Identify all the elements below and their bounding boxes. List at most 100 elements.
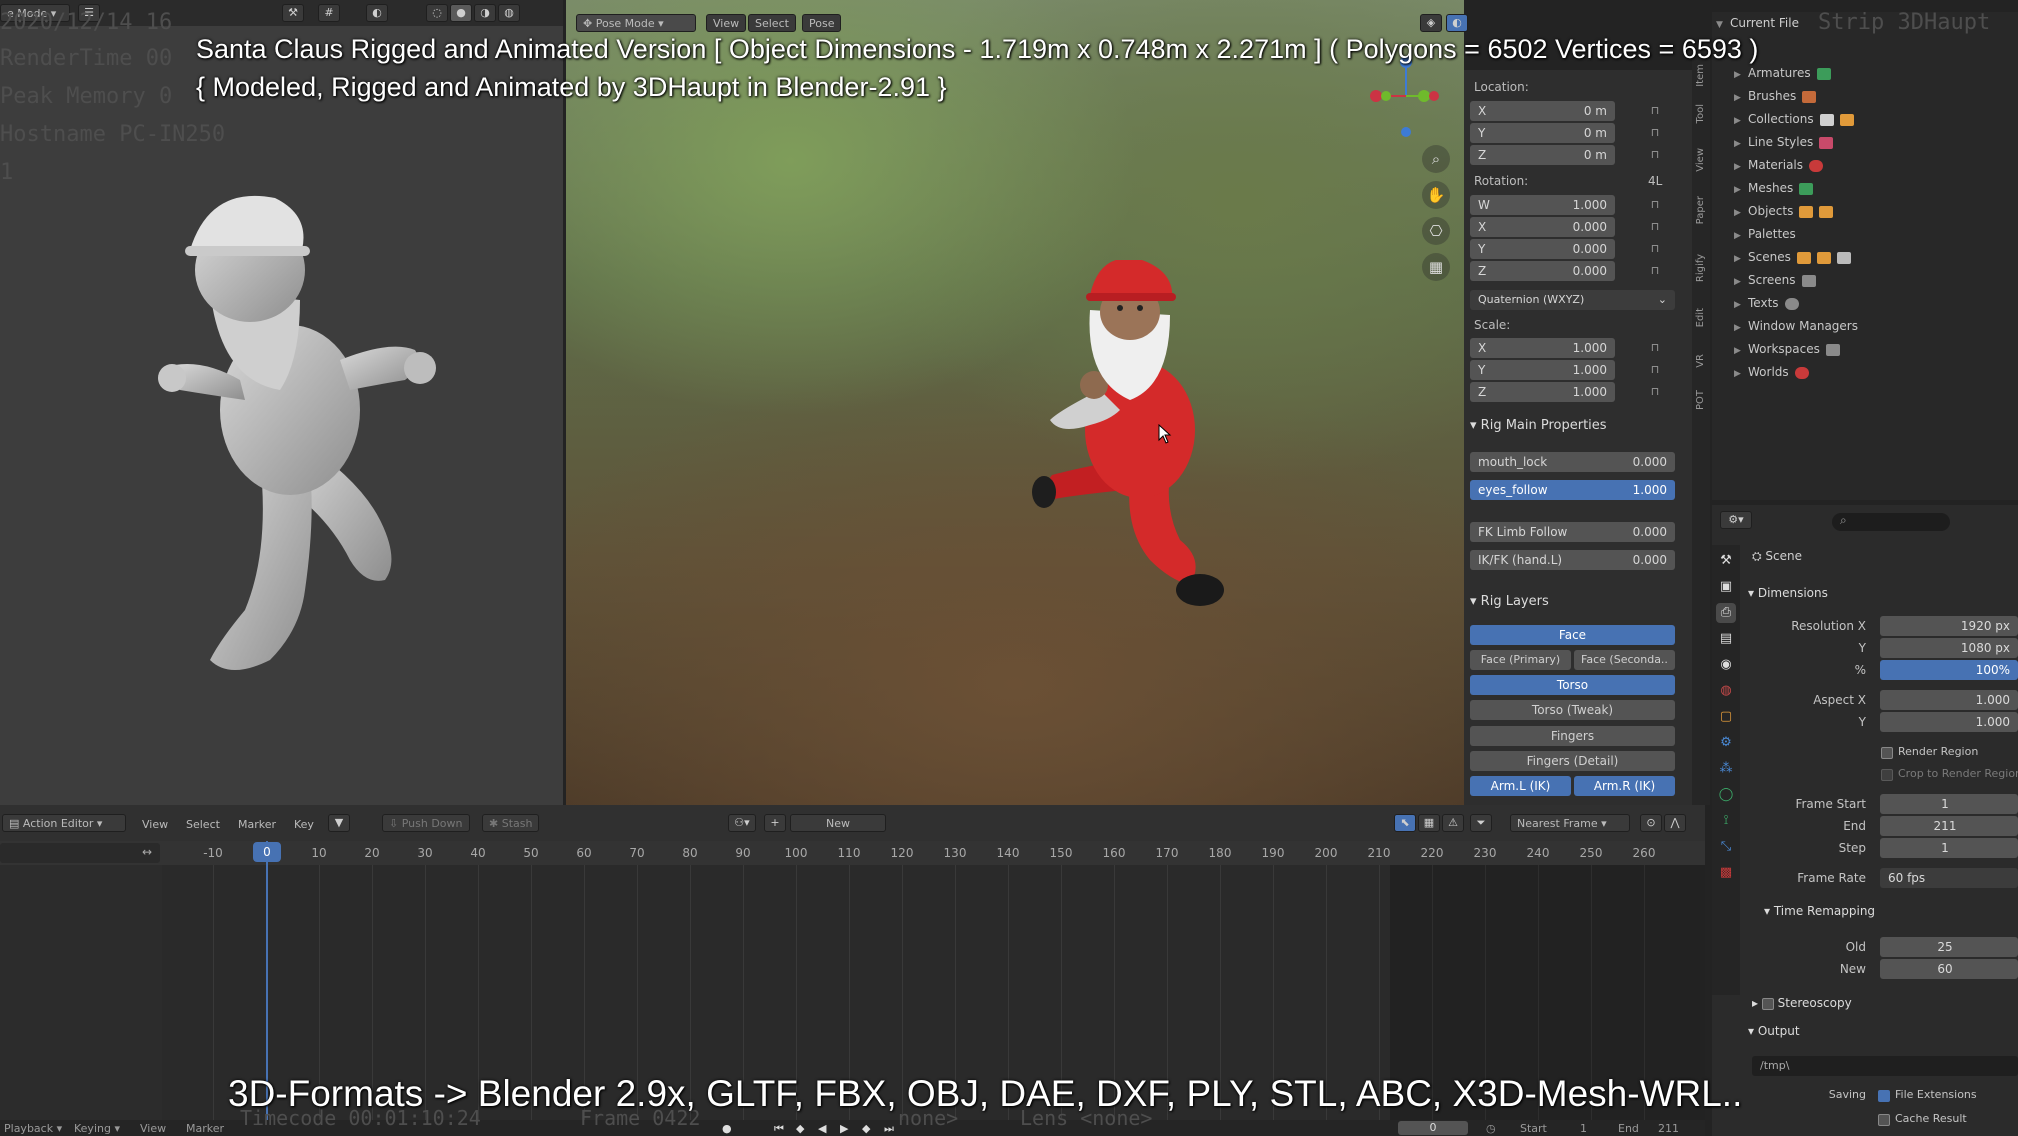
outliner-item-screens[interactable]: ▶ Screens [1734, 269, 2014, 292]
output-tab-icon[interactable]: ⎙ [1716, 603, 1736, 623]
stereoscopy-header[interactable]: ▸ Stereoscopy [1752, 996, 1852, 1010]
footer-frame-field[interactable]: 0 [1398, 1121, 1468, 1135]
rig-main-properties-header[interactable]: ▾ Rig Main Properties [1470, 418, 1607, 433]
lock-icon[interactable]: ⊓ [1648, 242, 1662, 256]
layer-face-secondary-button[interactable]: Face (Seconda.. [1574, 650, 1675, 670]
outliner-item-texts[interactable]: ▶ Texts [1734, 292, 2014, 315]
physics-tab-icon[interactable]: ◯ [1716, 785, 1736, 805]
filter-funnel-icon[interactable]: ⏷ [1470, 814, 1492, 832]
menu-select[interactable]: Select [748, 14, 796, 32]
ik-fk-hand-field[interactable]: IK/FK (hand.L) 0.000 [1470, 550, 1675, 570]
lock-icon[interactable]: ⊓ [1648, 341, 1662, 355]
frame-rate-dropdown[interactable]: 60 fps [1880, 868, 2018, 888]
tl-menu-marker[interactable]: Marker [238, 818, 276, 831]
tab-vr[interactable]: VR [1695, 354, 1706, 368]
output-header[interactable]: ▾ Output [1748, 1024, 1800, 1038]
editor-type-dropdown[interactable]: ▤ Action Editor ▾ [2, 814, 126, 832]
scale-y-field[interactable]: Y 1.000 [1470, 360, 1615, 380]
render-region-checkbox[interactable] [1881, 747, 1893, 759]
outliner-item-workspaces[interactable]: ▶ Workspaces [1734, 338, 2014, 361]
lock-icon[interactable]: ⊓ [1648, 220, 1662, 234]
camera-view-icon[interactable]: ⎔ [1422, 217, 1450, 245]
location-y-field[interactable]: Y 0 m [1470, 123, 1615, 143]
tool-icon[interactable]: ⚒ [282, 4, 304, 22]
world-tab-icon[interactable]: ◍ [1716, 681, 1736, 701]
fk-limb-follow-field[interactable]: FK Limb Follow 0.000 [1470, 522, 1675, 542]
outliner-item-armatures[interactable]: ▶ Armatures [1734, 62, 2014, 85]
new-field[interactable]: 60 [1880, 959, 2018, 979]
shading-solid-icon[interactable]: ● [450, 4, 472, 22]
add-icon[interactable]: + [764, 814, 786, 832]
modifier-tab-icon[interactable]: ⚙ [1716, 733, 1736, 753]
tab-paper[interactable]: Paper [1695, 196, 1706, 224]
filter-icon[interactable]: ▼ [328, 814, 350, 832]
new-action-button[interactable]: New [790, 814, 886, 832]
outliner-item-objects[interactable]: ▶ Objects [1734, 200, 2014, 223]
outliner-item-brushes[interactable]: ▶ Brushes [1734, 85, 2014, 108]
outliner-item-collections[interactable]: ▶ Collections [1734, 108, 2014, 131]
only-selected-icon[interactable]: ⬉ [1394, 814, 1416, 832]
lock-icon[interactable]: ⊓ [1648, 363, 1662, 377]
aspect-x-field[interactable]: 1.000 [1880, 690, 2018, 710]
resolution-y-field[interactable]: 1080 px [1880, 638, 2018, 658]
grid-icon[interactable]: # [318, 4, 340, 22]
shading-render-icon[interactable]: ◍ [498, 4, 520, 22]
view-layer-tab-icon[interactable]: ▤ [1716, 629, 1736, 649]
object-tab-icon[interactable]: ▢ [1716, 707, 1736, 727]
tab-tool[interactable]: Tool [1695, 104, 1706, 123]
outliner-root[interactable]: ▼ Current File [1716, 16, 1799, 30]
start-value[interactable]: 1 [1580, 1122, 1587, 1135]
layer-fingers-detail-button[interactable]: Fingers (Detail) [1470, 751, 1675, 771]
overlay-toggle-icon[interactable]: ◐ [1446, 14, 1468, 32]
overlay-icon[interactable]: ◐ [366, 4, 388, 22]
lock-icon[interactable]: ⊓ [1648, 385, 1662, 399]
layer-arm-r-ik-button[interactable]: Arm.R (IK) [1574, 776, 1675, 796]
pose-mode-dropdown[interactable]: ✥ Pose Mode ▾ [576, 14, 696, 32]
layer-torso-button[interactable]: Torso [1470, 675, 1675, 695]
dimensions-header[interactable]: ▾ Dimensions [1748, 586, 1828, 600]
menu-pose[interactable]: Pose [802, 14, 842, 32]
crop-region-checkbox[interactable] [1881, 769, 1893, 781]
play-icon[interactable]: ▶ [840, 1122, 848, 1135]
lock-icon[interactable]: ⊓ [1648, 126, 1662, 140]
outliner-item-palettes[interactable]: ▶ Palettes [1734, 223, 2014, 246]
pan-hand-icon[interactable]: ✋ [1422, 181, 1450, 209]
scene-tab-icon[interactable]: ◉ [1716, 655, 1736, 675]
rotation-mode-dropdown[interactable]: Quaternion (WXYZ) ⌄ [1470, 290, 1675, 310]
tl-menu-select[interactable]: Select [186, 818, 220, 831]
rig-layers-header[interactable]: ▾ Rig Layers [1470, 594, 1549, 609]
outliner-item-materials[interactable]: ▶ Materials [1734, 154, 2014, 177]
stereoscopy-checkbox[interactable] [1761, 997, 1774, 1010]
rotation-x-field[interactable]: X 0.000 [1470, 217, 1615, 237]
rotation-z-field[interactable]: Z 0.000 [1470, 261, 1615, 281]
errors-icon[interactable]: ⚠ [1442, 814, 1464, 832]
footer-marker-menu[interactable]: Marker [186, 1122, 224, 1135]
tl-menu-key[interactable]: Key [294, 818, 314, 831]
frame-start-field[interactable]: 1 [1880, 794, 2018, 814]
play-reverse-icon[interactable]: ◀ [818, 1122, 826, 1135]
outliner-item-meshes[interactable]: ▶ Meshes [1734, 177, 2014, 200]
lock-icon[interactable]: ⊓ [1648, 198, 1662, 212]
tl-menu-view[interactable]: View [142, 818, 168, 831]
layer-torso-tweak-button[interactable]: Torso (Tweak) [1470, 700, 1675, 720]
tab-view[interactable]: View [1695, 148, 1706, 172]
old-field[interactable]: 25 [1880, 937, 2018, 957]
texture-tab-icon[interactable]: ▩ [1716, 863, 1736, 883]
resolution-x-field[interactable]: 1920 px [1880, 616, 2018, 636]
proportional-icon[interactable]: ⊙ [1640, 814, 1662, 832]
tool-tab-icon[interactable]: ⚒ [1716, 551, 1736, 571]
outliner-item-line-styles[interactable]: ▶ Line Styles [1734, 131, 2014, 154]
jump-end-icon[interactable]: ⏭ [884, 1122, 894, 1136]
jump-start-icon[interactable]: ⏮ [774, 1122, 784, 1136]
aspect-y-field[interactable]: 1.000 [1880, 712, 2018, 732]
tab-edit[interactable]: Edit [1695, 308, 1706, 327]
outliner-item-worlds[interactable]: ▶ Worlds [1734, 361, 2014, 384]
3d-viewport[interactable] [566, 0, 1464, 805]
playback-menu[interactable]: Playback ▾ [4, 1122, 62, 1135]
eyes-follow-field[interactable]: eyes_follow 1.000 [1470, 480, 1675, 500]
data-tab-icon[interactable]: ⟟ [1716, 811, 1736, 831]
render-tab-icon[interactable]: ▣ [1716, 577, 1736, 597]
editor-type-icon[interactable]: ⚙▾ [1720, 511, 1752, 529]
push-down-button[interactable]: ⇩ Push Down [382, 814, 470, 832]
shading-material-icon[interactable]: ◑ [474, 4, 496, 22]
